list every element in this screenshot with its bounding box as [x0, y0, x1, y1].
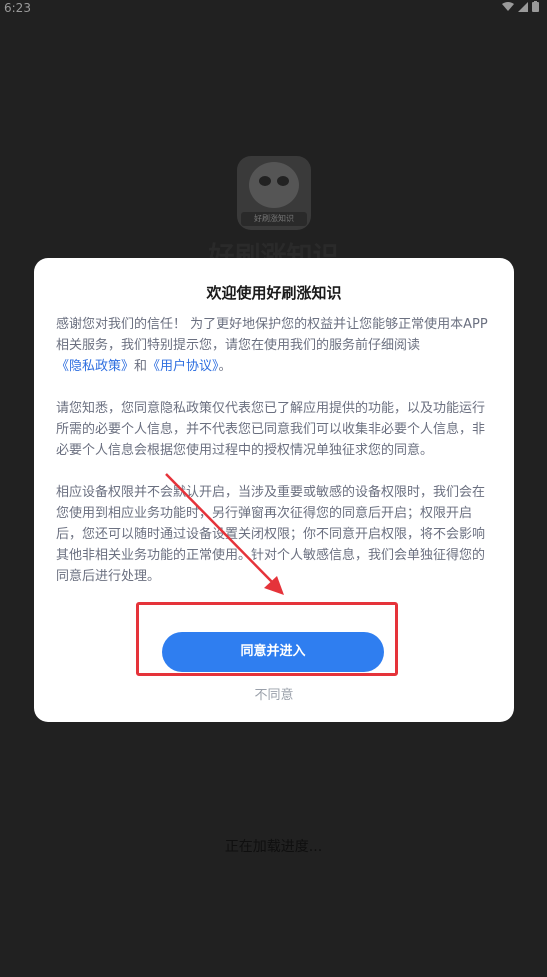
app-logo: 好刷涨知识	[237, 156, 311, 230]
screen: 6:23 好刷涨知识 好刷涨知识 正在加载进度... 欢迎使用好刷涨知识 感谢您…	[0, 0, 547, 977]
panda-face-icon	[249, 162, 299, 208]
disagree-button[interactable]: 不同意	[224, 684, 324, 704]
battery-icon	[532, 1, 539, 15]
dialog-paragraph-intro: 感谢您对我们的信任！ 为了更好地保护您的权益并让您能够正常使用本APP相关服务，…	[56, 314, 496, 377]
status-bar: 6:23	[0, 0, 547, 18]
heart-eye-icon	[277, 176, 289, 186]
dialog-paragraph-permissions: 相应设备权限并不会默认开启，当涉及重要或敏感的设备权限时，我们会在您使用到相应业…	[56, 485, 486, 584]
heart-eye-icon	[259, 176, 271, 186]
and-text: 和	[134, 359, 148, 374]
annotation-highlight-box	[136, 602, 398, 676]
signal-icon	[518, 1, 528, 15]
logo-text: 好刷涨知识	[241, 212, 307, 226]
loading-text: 正在加载进度...	[224, 839, 323, 855]
intro-text: 感谢您对我们的信任！ 为了更好地保护您的权益并让您能够正常使用本APP相关服务，…	[56, 317, 488, 353]
dialog-body: 感谢您对我们的信任！ 为了更好地保护您的权益并让您能够正常使用本APP相关服务，…	[56, 314, 496, 608]
wifi-icon	[502, 1, 514, 15]
dialog-paragraph-notice: 请您知悉，您同意隐私政策仅代表您已了解应用提供的功能，以及功能运行所需的必要个人…	[56, 401, 486, 458]
dialog-title: 欢迎使用好刷涨知识	[206, 284, 342, 302]
status-icons	[502, 1, 539, 15]
intro-end: 。	[218, 359, 232, 374]
status-time: 6:23	[4, 1, 31, 15]
privacy-policy-link[interactable]: 《隐私政策》	[56, 359, 134, 374]
user-agreement-link[interactable]: 《用户协议》	[147, 359, 219, 374]
